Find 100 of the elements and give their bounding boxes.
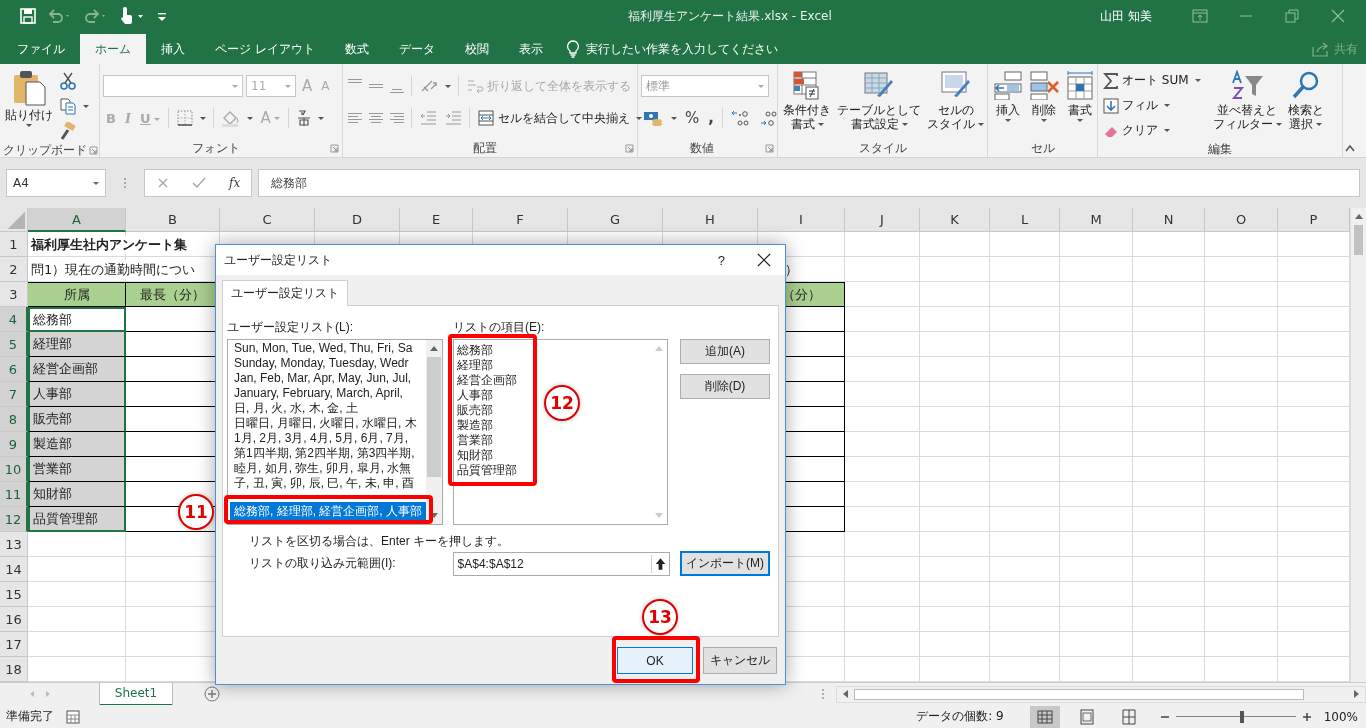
collapse-ribbon-icon[interactable] bbox=[1344, 143, 1356, 153]
dialog-launcher-icon[interactable] bbox=[625, 143, 634, 153]
save-icon[interactable] bbox=[20, 8, 36, 24]
row-header[interactable]: 15 bbox=[0, 582, 28, 607]
row-header[interactable]: 6 bbox=[0, 357, 28, 382]
ribbon-tab[interactable]: ホーム bbox=[80, 34, 146, 64]
cancel-button[interactable]: キャンセル bbox=[703, 647, 777, 674]
column-header[interactable]: P bbox=[1278, 208, 1350, 232]
enter-icon[interactable] bbox=[191, 176, 208, 190]
align-button[interactable] bbox=[367, 82, 385, 90]
copy-button[interactable] bbox=[57, 95, 91, 117]
row-header[interactable]: 13 bbox=[0, 532, 28, 557]
row-header[interactable]: 5 bbox=[0, 332, 28, 357]
dialog-launcher-icon[interactable] bbox=[89, 146, 98, 155]
custom-lists-listbox[interactable] bbox=[227, 339, 443, 525]
column-header[interactable]: B bbox=[126, 208, 220, 232]
comma-button[interactable]: , bbox=[705, 109, 717, 127]
row-header[interactable]: 9 bbox=[0, 432, 28, 457]
column-header[interactable]: F bbox=[473, 208, 568, 232]
row-header[interactable]: 2 bbox=[0, 257, 28, 282]
cancel-icon[interactable] bbox=[155, 176, 170, 190]
ribbon-tab[interactable]: 表示 bbox=[503, 34, 558, 64]
font-name-field[interactable] bbox=[103, 75, 243, 97]
column-header[interactable]: O bbox=[1205, 208, 1278, 232]
list-item[interactable]: Sun, Mon, Tue, Wed, Thu, Fri, Sa bbox=[234, 341, 413, 356]
ribbon-button[interactable]: 挿入 bbox=[991, 68, 1025, 124]
row-header[interactable]: 3 bbox=[0, 282, 28, 307]
align-button[interactable] bbox=[367, 111, 385, 125]
merge-center-button[interactable]: セルを結合して中央揃え bbox=[475, 107, 644, 129]
restore-icon[interactable] bbox=[1284, 9, 1300, 23]
dialog-launcher-icon[interactable] bbox=[330, 143, 339, 153]
list-item[interactable]: 日曜日, 月曜日, 火曜日, 水曜日, 木 bbox=[234, 416, 417, 431]
redo-icon[interactable] bbox=[82, 8, 108, 24]
sheet-tab[interactable]: Sheet1 bbox=[100, 682, 172, 706]
horizontal-scrollbar[interactable] bbox=[836, 685, 1366, 703]
range-field[interactable]: $A$4:$A$12 bbox=[452, 551, 671, 576]
close-icon[interactable] bbox=[757, 253, 771, 267]
ribbon-display-icon[interactable] bbox=[1192, 9, 1208, 23]
row-header[interactable]: 18 bbox=[0, 657, 28, 682]
ribbon-button[interactable]: クリア bbox=[1101, 120, 1203, 141]
customize-icon[interactable] bbox=[156, 10, 168, 22]
column-header[interactable]: E bbox=[400, 208, 473, 232]
ribbon-button[interactable]: セルの スタイル bbox=[925, 68, 986, 133]
ribbon-button[interactable]: テーブルとして 書式設定 bbox=[835, 68, 923, 133]
row-header[interactable]: 12 bbox=[0, 507, 28, 532]
scrollbar[interactable] bbox=[426, 340, 442, 524]
ribbon-tab[interactable]: ページ レイアウト bbox=[200, 34, 330, 64]
row-header[interactable]: 11 bbox=[0, 482, 28, 507]
insert-function-button[interactable]: fx bbox=[229, 176, 241, 190]
align-button[interactable] bbox=[346, 111, 364, 125]
dialog-launcher-icon[interactable] bbox=[765, 143, 774, 153]
add-sheet-icon[interactable] bbox=[204, 686, 220, 702]
row-header[interactable]: 8 bbox=[0, 407, 28, 432]
ribbon-button[interactable]: 書式 bbox=[1063, 68, 1097, 124]
hand-icon[interactable] bbox=[118, 7, 146, 25]
row-header[interactable]: 17 bbox=[0, 632, 28, 657]
name-box[interactable]: A4 bbox=[6, 169, 106, 197]
ribbon-tab[interactable]: ファイル bbox=[2, 34, 80, 64]
vertical-scrollbar[interactable] bbox=[1350, 208, 1366, 682]
list-item[interactable]: 日, 月, 火, 水, 木, 金, 土 bbox=[234, 401, 358, 416]
ribbon-button[interactable]: 並べ替えと フィルター bbox=[1210, 68, 1284, 133]
column-header[interactable]: I bbox=[758, 208, 845, 232]
ribbon-button[interactable]: 条件付き 書式 bbox=[781, 68, 833, 133]
ribbon-tab[interactable]: 数式 bbox=[329, 34, 384, 64]
ok-button[interactable]: OK bbox=[617, 647, 693, 674]
list-item[interactable]: 1月, 2月, 3月, 4月, 5月, 6月, 7月, bbox=[234, 431, 409, 446]
list-item[interactable]: January, February, March, April, bbox=[234, 386, 403, 401]
ribbon-button[interactable]: フィル bbox=[1101, 95, 1203, 116]
splitter-icon[interactable] bbox=[820, 688, 826, 700]
help-button[interactable]: ? bbox=[717, 252, 725, 268]
dialog-tab[interactable]: ユーザー設定リスト bbox=[222, 280, 348, 306]
add-button[interactable]: 追加(A) bbox=[680, 339, 770, 364]
list-item[interactable]: 子, 丑, 寅, 卯, 辰, 巳, 午, 未, 申, 酉 bbox=[234, 476, 414, 491]
column-header[interactable]: J bbox=[845, 208, 920, 232]
list-item[interactable]: 睦月, 如月, 弥生, 卯月, 皐月, 水無 bbox=[234, 461, 412, 476]
normal-view-icon[interactable] bbox=[1029, 705, 1060, 728]
formula-field[interactable]: 総務部 bbox=[258, 169, 1360, 197]
ribbon-tab[interactable]: 校閲 bbox=[449, 34, 504, 64]
ribbon-tab[interactable]: データ bbox=[383, 34, 450, 64]
import-button[interactable]: インポート(M) bbox=[680, 551, 770, 576]
column-header[interactable]: M bbox=[1060, 208, 1133, 232]
column-header[interactable]: A bbox=[28, 208, 126, 232]
column-header[interactable]: C bbox=[220, 208, 315, 232]
zoom-in-icon[interactable] bbox=[1301, 711, 1312, 722]
column-header[interactable]: G bbox=[568, 208, 663, 232]
row-header[interactable]: 1 bbox=[0, 232, 28, 257]
column-header[interactable]: N bbox=[1133, 208, 1205, 232]
list-item[interactable]: Sunday, Monday, Tuesday, Wedr bbox=[234, 356, 409, 371]
row-header[interactable]: 4 bbox=[0, 307, 28, 332]
column-header[interactable]: D bbox=[315, 208, 400, 232]
align-button[interactable] bbox=[388, 111, 406, 125]
percent-button[interactable]: % bbox=[682, 109, 703, 127]
column-header[interactable]: L bbox=[990, 208, 1060, 232]
ribbon-tab[interactable]: 挿入 bbox=[146, 34, 200, 64]
ribbon-button[interactable]: 貼り付け bbox=[3, 68, 55, 129]
row-header[interactable]: 16 bbox=[0, 607, 28, 632]
zoom-level[interactable]: 100% bbox=[1323, 709, 1358, 724]
row-header[interactable]: 7 bbox=[0, 382, 28, 407]
row-header[interactable]: 14 bbox=[0, 557, 28, 582]
slider-thumb[interactable] bbox=[1239, 710, 1244, 723]
